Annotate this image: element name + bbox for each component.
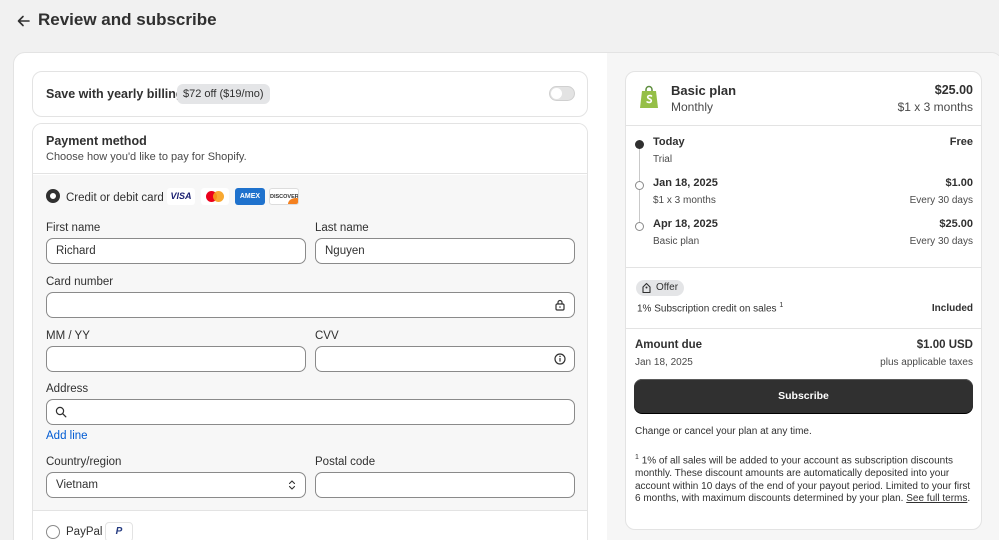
divider bbox=[626, 328, 981, 329]
top-bar: Review and subscribe bbox=[0, 0, 999, 44]
address-label: Address bbox=[46, 383, 89, 395]
payment-method-header: Payment method Choose how you'd like to … bbox=[33, 124, 587, 174]
yearly-billing-row: Save with yearly billing $72 off ($19/mo… bbox=[32, 71, 588, 117]
discover-logo: DISCOVER bbox=[269, 188, 299, 205]
yearly-billing-toggle[interactable] bbox=[549, 86, 575, 101]
timeline-dot-today bbox=[635, 140, 644, 149]
amex-logo: AMEX bbox=[235, 188, 265, 205]
timeline-sub: Basic plan bbox=[653, 236, 700, 247]
checkout-card: Save with yearly billing $72 off ($19/mo… bbox=[13, 52, 999, 540]
gift-icon bbox=[642, 282, 651, 294]
page-title: Review and subscribe bbox=[38, 10, 217, 29]
timeline-date: Today bbox=[653, 136, 685, 148]
timeline-amount: $1.00 bbox=[945, 177, 973, 189]
plan-name: Basic plan bbox=[671, 83, 737, 98]
order-summary: Basic plan Monthly $25.00 $1 x 3 months … bbox=[625, 71, 982, 530]
timeline-date: Apr 18, 2025 bbox=[653, 218, 718, 230]
yearly-billing-label: Save with yearly billing bbox=[46, 87, 184, 101]
timeline-frequency: Every 30 days bbox=[909, 236, 973, 247]
plan-price: $25.00 bbox=[934, 83, 973, 97]
timeline-dot bbox=[635, 222, 644, 231]
offer-badge-label: Offer bbox=[656, 282, 679, 293]
card-option-label[interactable]: Credit or debit card bbox=[66, 192, 164, 204]
payment-method-title: Payment method bbox=[46, 134, 147, 148]
last-name-label: Last name bbox=[315, 222, 369, 234]
divider bbox=[626, 125, 981, 126]
expiry-label: MM / YY bbox=[46, 330, 90, 342]
timeline-amount: $25.00 bbox=[939, 218, 973, 230]
last-name-input[interactable]: Nguyen bbox=[315, 238, 575, 264]
offer-included-label: Included bbox=[931, 303, 973, 314]
card-number-label: Card number bbox=[46, 276, 114, 288]
postal-code-label: Postal code bbox=[315, 456, 376, 468]
timeline-date: Jan 18, 2025 bbox=[653, 177, 718, 189]
first-name-label: First name bbox=[46, 222, 101, 234]
divider bbox=[626, 267, 981, 268]
card-number-input[interactable] bbox=[46, 292, 575, 318]
see-full-terms-link[interactable]: See full terms bbox=[906, 493, 967, 504]
offer-badge: Offer bbox=[636, 280, 685, 296]
cvv-label: CVV bbox=[315, 330, 339, 342]
mastercard-logo bbox=[201, 188, 229, 205]
country-label: Country/region bbox=[46, 456, 122, 468]
timeline-frequency: Every 30 days bbox=[909, 195, 973, 206]
taxes-note: plus applicable taxes bbox=[880, 357, 973, 368]
back-arrow-icon[interactable] bbox=[14, 11, 34, 31]
expiry-input[interactable] bbox=[46, 346, 306, 372]
visa-logo: VISA bbox=[167, 188, 195, 205]
subscribe-button[interactable]: Subscribe bbox=[634, 379, 973, 413]
yearly-discount-badge: $72 off ($19/mo) bbox=[177, 84, 270, 104]
select-chevron-icon bbox=[288, 480, 296, 490]
postal-code-input[interactable] bbox=[315, 472, 575, 498]
plan-cycle: Monthly bbox=[671, 100, 714, 114]
cvv-input[interactable] bbox=[315, 346, 575, 372]
plan-trial-pricing: $1 x 3 months bbox=[897, 100, 973, 114]
lock-icon bbox=[555, 299, 565, 311]
shopify-bag-icon bbox=[640, 85, 658, 108]
search-icon bbox=[55, 406, 67, 418]
paypal-option-label[interactable]: PayPal bbox=[66, 526, 102, 538]
card-option-radio[interactable] bbox=[46, 189, 60, 203]
add-line-link[interactable]: Add line bbox=[46, 430, 88, 442]
timeline-dot bbox=[635, 181, 644, 190]
info-icon[interactable] bbox=[554, 353, 566, 365]
paypal-option-radio[interactable] bbox=[46, 525, 60, 539]
offer-description: 1% Subscription credit on sales 1 bbox=[637, 302, 784, 315]
payment-method-section: Payment method Choose how you'd like to … bbox=[32, 123, 588, 540]
paypal-logo: P bbox=[105, 522, 133, 540]
first-name-input[interactable]: Richard bbox=[46, 238, 306, 264]
timeline-sub: $1 x 3 months bbox=[653, 195, 716, 206]
card-payment-panel: Credit or debit card VISA AMEX DISCOVER … bbox=[33, 175, 587, 511]
payment-method-subtitle: Choose how you'd like to pay for Shopify… bbox=[46, 151, 247, 163]
timeline-amount: Free bbox=[949, 136, 973, 148]
address-input[interactable] bbox=[46, 399, 575, 425]
country-select-value: Vietnam bbox=[56, 479, 98, 491]
amount-due-date: Jan 18, 2025 bbox=[635, 357, 693, 368]
timeline-sub: Trial bbox=[653, 154, 673, 165]
amount-due-value: $1.00 USD bbox=[916, 339, 973, 351]
country-select[interactable]: Vietnam bbox=[46, 472, 306, 498]
amount-due-label: Amount due bbox=[635, 339, 703, 351]
change-plan-note: Change or cancel your plan at any time. bbox=[635, 426, 812, 437]
footnote: 1 1% of all sales will be added to your … bbox=[635, 454, 971, 505]
